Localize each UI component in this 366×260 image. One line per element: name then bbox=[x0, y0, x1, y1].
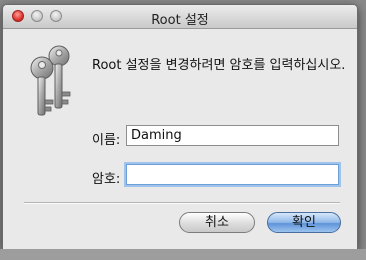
title-bar[interactable]: Root 설정 bbox=[3, 5, 357, 29]
name-label: 이름: bbox=[92, 133, 121, 148]
cancel-button[interactable]: 취소 bbox=[179, 212, 255, 233]
divider bbox=[24, 202, 340, 204]
window-title: Root 설정 bbox=[151, 13, 209, 28]
password-field[interactable] bbox=[126, 164, 339, 185]
dialog-message: Root 설정을 변경하려면 암호를 입력하십시오. bbox=[92, 58, 346, 73]
authentication-dialog: Root 설정 Root 설정을 변경하려면 암호를 입력하십시오. 이름: 암… bbox=[2, 4, 358, 251]
password-label: 암호: bbox=[92, 172, 121, 187]
keys-icon bbox=[30, 45, 71, 116]
background-desktop bbox=[0, 249, 366, 260]
ok-button[interactable]: 확인 bbox=[267, 212, 341, 233]
name-field[interactable] bbox=[126, 125, 339, 146]
